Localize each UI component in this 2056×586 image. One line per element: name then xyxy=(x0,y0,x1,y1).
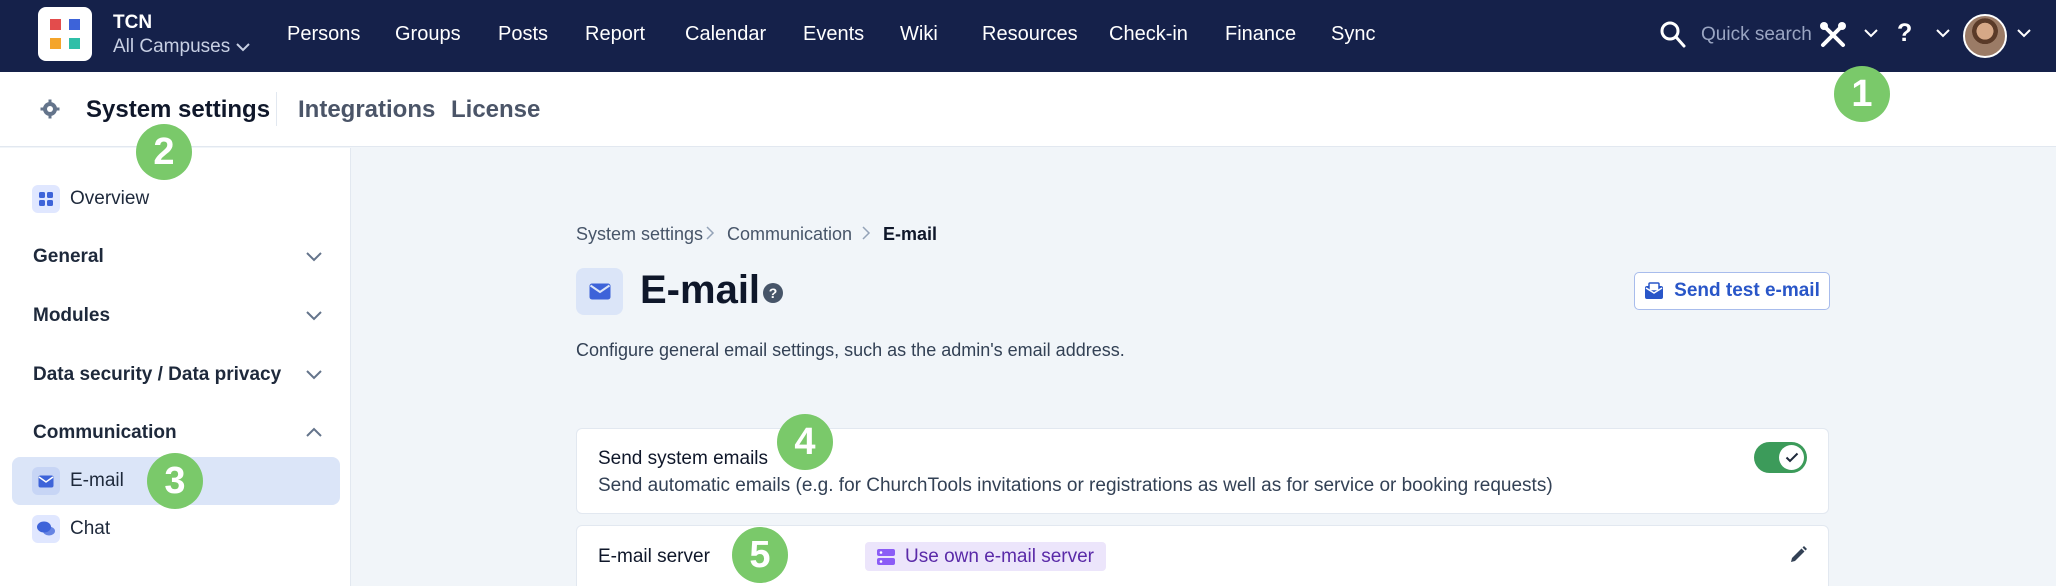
annotation-marker-1: 1 xyxy=(1834,66,1890,122)
annotation-marker-5: 5 xyxy=(732,527,788,583)
admin-menu-chevron-down-icon[interactable] xyxy=(1863,27,1879,39)
breadcrumb-system-settings[interactable]: System settings xyxy=(576,224,703,245)
quick-search-input[interactable]: Quick search xyxy=(1701,24,1812,46)
tab-integrations[interactable]: Integrations xyxy=(298,96,435,124)
system-emails-card xyxy=(576,428,1829,514)
chevron-down-icon[interactable] xyxy=(305,251,323,263)
nav-check-in[interactable]: Check-in xyxy=(1109,23,1188,46)
nav-sync[interactable]: Sync xyxy=(1331,23,1375,46)
help-menu-chevron-down-icon[interactable] xyxy=(1935,27,1951,39)
user-avatar[interactable] xyxy=(1963,14,2007,58)
nav-persons[interactable]: Persons xyxy=(287,23,360,46)
gear-icon xyxy=(40,99,60,119)
page-description: Configure general email settings, such a… xyxy=(576,340,1125,360)
app-logo[interactable] xyxy=(38,7,92,61)
sidebar-item-chat[interactable]: Chat xyxy=(70,518,110,540)
pencil-icon[interactable] xyxy=(1788,545,1808,565)
chevron-up-icon[interactable] xyxy=(305,426,323,438)
annotation-marker-4: 4 xyxy=(777,414,833,470)
nav-report[interactable]: Report xyxy=(585,23,645,46)
server-icon xyxy=(877,548,895,565)
send-test-email-button[interactable]: Send test e-mail xyxy=(1634,272,1830,310)
email-server-title: E-mail server xyxy=(598,546,710,567)
page-title: E-mail xyxy=(640,268,761,312)
envelope-icon xyxy=(32,467,60,495)
nav-resources[interactable]: Resources xyxy=(982,23,1078,46)
campus-label: All Campuses xyxy=(113,36,231,57)
sidebar-section-communication[interactable]: Communication xyxy=(33,422,177,444)
chevron-down-icon[interactable] xyxy=(305,310,323,322)
checkmark-icon xyxy=(1785,452,1798,463)
tab-license[interactable]: License xyxy=(451,96,540,124)
chevron-right-icon xyxy=(706,226,715,240)
sidebar-item-overview[interactable]: Overview xyxy=(70,188,149,210)
system-emails-toggle[interactable] xyxy=(1754,442,1807,473)
system-emails-title: Send system emails xyxy=(598,448,769,469)
sidebar-section-data-security[interactable]: Data security / Data privacy xyxy=(33,364,281,386)
breadcrumb-communication[interactable]: Communication xyxy=(727,224,852,245)
nav-events[interactable]: Events xyxy=(803,23,864,46)
nav-finance[interactable]: Finance xyxy=(1225,23,1296,46)
top-navigation-bar: TCN All Campuses Persons Groups Posts Re… xyxy=(0,0,2056,72)
chevron-down-icon[interactable] xyxy=(305,369,323,381)
chat-icon xyxy=(32,515,60,543)
overview-icon xyxy=(32,185,60,213)
chevron-down-icon xyxy=(236,43,250,52)
sidebar-section-modules[interactable]: Modules xyxy=(33,305,110,327)
breadcrumb-current: E-mail xyxy=(883,224,938,244)
chevron-right-icon xyxy=(862,226,871,240)
sidebar-section-general[interactable]: General xyxy=(33,246,104,268)
send-test-email-label: Send test e-mail xyxy=(1674,280,1820,301)
toggle-knob xyxy=(1779,445,1804,470)
campus-selector[interactable]: All Campuses xyxy=(113,36,250,58)
system-emails-description: Send automatic emails (e.g. for ChurchTo… xyxy=(598,475,1553,496)
search-icon[interactable] xyxy=(1659,20,1687,50)
annotation-marker-2: 2 xyxy=(136,124,192,180)
nav-groups[interactable]: Groups xyxy=(395,23,461,46)
user-menu-chevron-down-icon[interactable] xyxy=(2016,27,2032,39)
nav-posts[interactable]: Posts xyxy=(498,23,548,46)
mail-send-icon xyxy=(1645,282,1664,299)
tab-system-settings[interactable]: System settings xyxy=(86,96,270,124)
admin-tools-icon[interactable] xyxy=(1818,20,1848,50)
logo-mark xyxy=(46,15,84,53)
envelope-icon xyxy=(576,268,623,315)
nav-wiki[interactable]: Wiki xyxy=(900,23,938,46)
email-server-value: Use own e-mail server xyxy=(905,545,1094,567)
tab-divider xyxy=(276,92,277,126)
org-name: TCN xyxy=(113,12,153,33)
nav-calendar[interactable]: Calendar xyxy=(685,23,766,46)
info-icon[interactable]: ? xyxy=(763,283,783,303)
sidebar-item-email[interactable]: E-mail xyxy=(70,470,124,492)
annotation-marker-3: 3 xyxy=(147,453,203,509)
email-server-badge: Use own e-mail server xyxy=(865,542,1106,571)
help-icon[interactable]: ? xyxy=(1897,19,1912,48)
